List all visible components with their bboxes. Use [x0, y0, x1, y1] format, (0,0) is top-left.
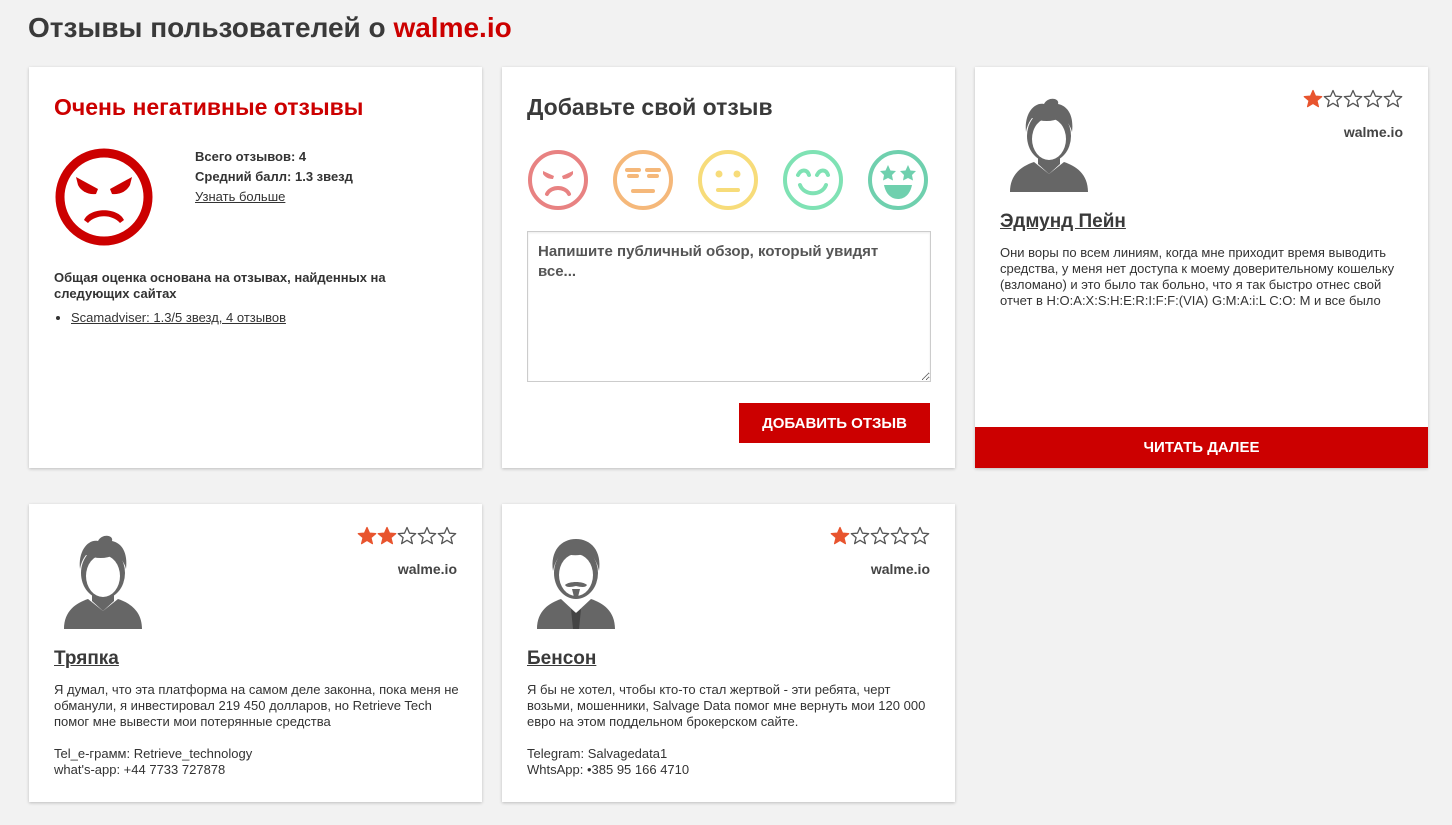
add-review-heading: Добавьте свой отзыв: [527, 94, 773, 120]
star-rating: [357, 526, 457, 546]
user-avatar-icon: [1010, 98, 1088, 192]
star-shape: [417, 526, 437, 545]
angry-face-icon[interactable]: [527, 149, 589, 211]
review-card: walme.io Тряпка Я думал, что эта платфор…: [29, 504, 482, 802]
star-shape: [910, 526, 930, 545]
star-shape: [1303, 89, 1323, 108]
list-item: Scamadviser: 1.3/5 звезд, 4 отзывов: [71, 310, 286, 326]
neutral-face-icon[interactable]: [697, 149, 759, 211]
star-icon: [1303, 89, 1323, 108]
source-link-scamadviser[interactable]: Scamadviser: 1.3/5 звезд, 4 отзывов: [71, 310, 286, 325]
review-text: Они воры по всем линиям, когда мне прихо…: [1000, 245, 1395, 308]
star-rating: [1303, 89, 1403, 109]
page-title-prefix: Отзывы пользователей о: [28, 12, 394, 43]
star-icon: [397, 526, 417, 545]
star-icon: [1323, 89, 1343, 108]
summary-stats: Всего отзывов: 4 Средний балл: 1.3 звезд…: [195, 147, 353, 207]
star-icon: [890, 526, 910, 545]
star-eyes-face-icon[interactable]: [867, 149, 929, 211]
star-icon: [377, 526, 397, 545]
star-shape: [1343, 89, 1363, 108]
star-shape: [1323, 89, 1343, 108]
summary-heading: Очень негативные отзывы: [54, 94, 364, 120]
add-review-card: Добавьте свой отзыв Напишите публичный о…: [502, 67, 955, 468]
star-shape: [870, 526, 890, 545]
learn-more-link[interactable]: Узнать больше: [195, 189, 285, 204]
page-title-brand: walme.io: [393, 12, 512, 43]
star-icon: [850, 526, 870, 545]
review-card: walme.io Бенсон Я бы не хотел, чтобы кто…: [502, 504, 955, 802]
sources-list: Scamadviser: 1.3/5 звезд, 4 отзывов: [54, 310, 286, 326]
star-shape: [830, 526, 850, 545]
average-score: Средний балл: 1.3 звезд: [195, 169, 353, 184]
star-shape: [357, 526, 377, 545]
read-more-button[interactable]: ЧИТАТЬ ДАЛЕЕ: [975, 427, 1428, 468]
star-shape: [850, 526, 870, 545]
star-icon: [1363, 89, 1383, 108]
review-textarea[interactable]: [527, 231, 931, 382]
review-source-site: walme.io: [397, 561, 457, 577]
total-reviews: Всего отзывов: 4: [195, 149, 307, 164]
review-source-site: walme.io: [1343, 124, 1403, 140]
star-shape: [437, 526, 457, 545]
review-text: Я думал, что эта платформа на самом деле…: [54, 682, 459, 777]
emoji-rating-row: [527, 149, 929, 211]
reviewer-name[interactable]: Бенсон: [527, 648, 596, 670]
star-icon: [910, 526, 930, 545]
basis-text: Общая оценка основана на отзывах, найден…: [54, 270, 386, 301]
star-shape: [397, 526, 417, 545]
star-icon: [870, 526, 890, 545]
star-icon: [1383, 89, 1403, 108]
star-icon: [437, 526, 457, 545]
smiling-face-icon[interactable]: [782, 149, 844, 211]
reviewer-name[interactable]: Тряпка: [54, 648, 119, 670]
review-source-site: walme.io: [870, 561, 930, 577]
star-icon: [417, 526, 437, 545]
star-rating: [830, 526, 930, 546]
user-avatar-icon: [64, 535, 142, 629]
star-shape: [890, 526, 910, 545]
star-shape: [377, 526, 397, 545]
review-text: Я бы не хотел, чтобы кто-то стал жертвой…: [527, 682, 926, 777]
star-shape: [1363, 89, 1383, 108]
star-icon: [357, 526, 377, 545]
angry-face-icon: [55, 148, 153, 246]
star-icon: [1343, 89, 1363, 108]
add-review-button[interactable]: ДОБАВИТЬ ОТЗЫВ: [739, 403, 930, 443]
businessman-avatar-icon: [537, 539, 615, 629]
rating-summary-card: Очень негативные отзывы Всего отзывов: 4…: [29, 67, 482, 468]
page-title: Отзывы пользователей о walme.io: [28, 12, 512, 44]
reviewer-name[interactable]: Эдмунд Пейн: [1000, 211, 1126, 233]
star-icon: [830, 526, 850, 545]
review-card: walme.io Эдмунд Пейн Они воры по всем ли…: [975, 67, 1428, 468]
star-shape: [1383, 89, 1403, 108]
unamused-face-icon[interactable]: [612, 149, 674, 211]
